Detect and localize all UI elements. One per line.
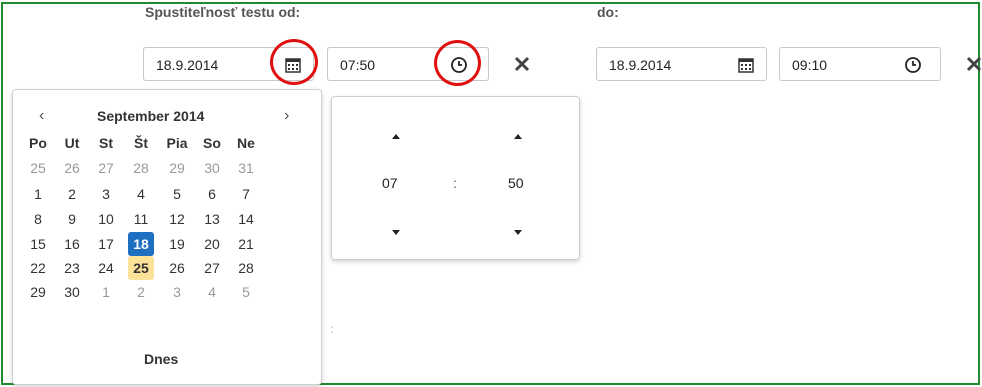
to-date-input[interactable]: 18.9.2014 — [596, 47, 767, 81]
calendar-day[interactable]: 10 — [93, 207, 119, 231]
calendar-day[interactable]: 18 — [128, 232, 154, 256]
calendar-day[interactable]: 22 — [25, 256, 51, 280]
calendar-day[interactable]: 28 — [128, 156, 154, 180]
time-picker-popup: 07 : 50 — [331, 96, 580, 260]
calendar-day[interactable]: 2 — [59, 182, 85, 206]
calendar-day[interactable]: 30 — [199, 156, 225, 180]
next-month-button[interactable]: › — [284, 107, 289, 125]
calendar-day[interactable]: 11 — [128, 207, 154, 231]
calendar-day[interactable]: 6 — [199, 182, 225, 206]
calendar-day[interactable]: 12 — [164, 207, 190, 231]
to-date-value: 18.9.2014 — [609, 57, 672, 73]
calendar-day[interactable]: 4 — [199, 280, 225, 304]
weekday-label: Ut — [64, 135, 80, 151]
calendar-day[interactable]: 5 — [164, 182, 190, 206]
weekday-label: Po — [29, 135, 47, 151]
background-fragment: : — [330, 322, 334, 336]
calendar-day[interactable]: 24 — [93, 256, 119, 280]
calendar-day[interactable]: 3 — [93, 182, 119, 206]
calendar-day[interactable]: 14 — [233, 207, 259, 231]
hours-value[interactable]: 07 — [382, 175, 398, 191]
calendar-day[interactable]: 1 — [93, 280, 119, 304]
weekday-label: Št — [134, 135, 148, 151]
calendar-day[interactable]: 9 — [59, 207, 85, 231]
calendar-day[interactable]: 8 — [25, 207, 51, 231]
weekday-label: Ne — [237, 135, 255, 151]
calendar-icon[interactable] — [737, 56, 755, 74]
calendar-day[interactable]: 1 — [25, 182, 51, 206]
close-icon[interactable] — [965, 55, 982, 73]
calendar-day[interactable]: 27 — [199, 256, 225, 280]
close-icon[interactable] — [513, 55, 531, 73]
today-button[interactable]: Dnes — [144, 351, 178, 367]
calendar-day[interactable]: 28 — [233, 256, 259, 280]
calendar-day[interactable]: 19 — [164, 232, 190, 256]
calendar-day[interactable]: 27 — [93, 156, 119, 180]
calendar-day[interactable]: 7 — [233, 182, 259, 206]
calendar-day[interactable]: 21 — [233, 232, 259, 256]
calendar-day[interactable]: 23 — [59, 256, 85, 280]
calendar-day[interactable]: 25 — [25, 156, 51, 180]
clock-icon[interactable] — [904, 56, 922, 74]
calendar-day[interactable]: 15 — [25, 232, 51, 256]
minutes-value[interactable]: 50 — [508, 175, 524, 191]
time-separator: : — [453, 175, 457, 191]
minute-up-arrow[interactable] — [514, 134, 522, 139]
calendar-day[interactable]: 25 — [128, 256, 154, 280]
calendar-month-title[interactable]: September 2014 — [97, 108, 204, 124]
to-label: do: — [597, 4, 619, 20]
calendar-day[interactable]: 30 — [59, 280, 85, 304]
hour-down-arrow[interactable] — [392, 230, 400, 235]
weekday-label: Pia — [166, 135, 188, 151]
to-time-value: 09:10 — [792, 57, 828, 73]
weekday-label: So — [203, 135, 221, 151]
highlight-circle-calendar — [270, 39, 318, 85]
calendar-day[interactable]: 13 — [199, 207, 225, 231]
hour-up-arrow[interactable] — [392, 134, 400, 139]
calendar-day[interactable]: 31 — [233, 156, 259, 180]
calendar-day[interactable]: 16 — [59, 232, 85, 256]
calendar-day[interactable]: 2 — [128, 280, 154, 304]
calendar-day[interactable]: 29 — [25, 280, 51, 304]
to-time-input[interactable]: 09:10 — [779, 47, 941, 81]
calendar-day[interactable]: 20 — [199, 232, 225, 256]
highlight-circle-clock — [434, 40, 481, 86]
calendar-day[interactable]: 4 — [128, 182, 154, 206]
calendar-day[interactable]: 17 — [93, 232, 119, 256]
calendar-popup: ‹ September 2014 › Po Ut St Št Pia So Ne 25 26 2… — [12, 89, 322, 385]
minute-down-arrow[interactable] — [514, 230, 522, 235]
calendar-day[interactable]: 26 — [164, 256, 190, 280]
calendar-day[interactable]: 29 — [164, 156, 190, 180]
calendar-day[interactable]: 26 — [59, 156, 85, 180]
from-label: Spustiteľnosť testu od: — [145, 4, 301, 20]
prev-month-button[interactable]: ‹ — [39, 107, 44, 125]
from-time-value: 07:50 — [340, 57, 376, 73]
calendar-day[interactable]: 5 — [233, 280, 259, 304]
weekday-label: St — [99, 135, 113, 151]
from-date-value: 18.9.2014 — [156, 57, 219, 73]
calendar-day[interactable]: 3 — [164, 280, 190, 304]
